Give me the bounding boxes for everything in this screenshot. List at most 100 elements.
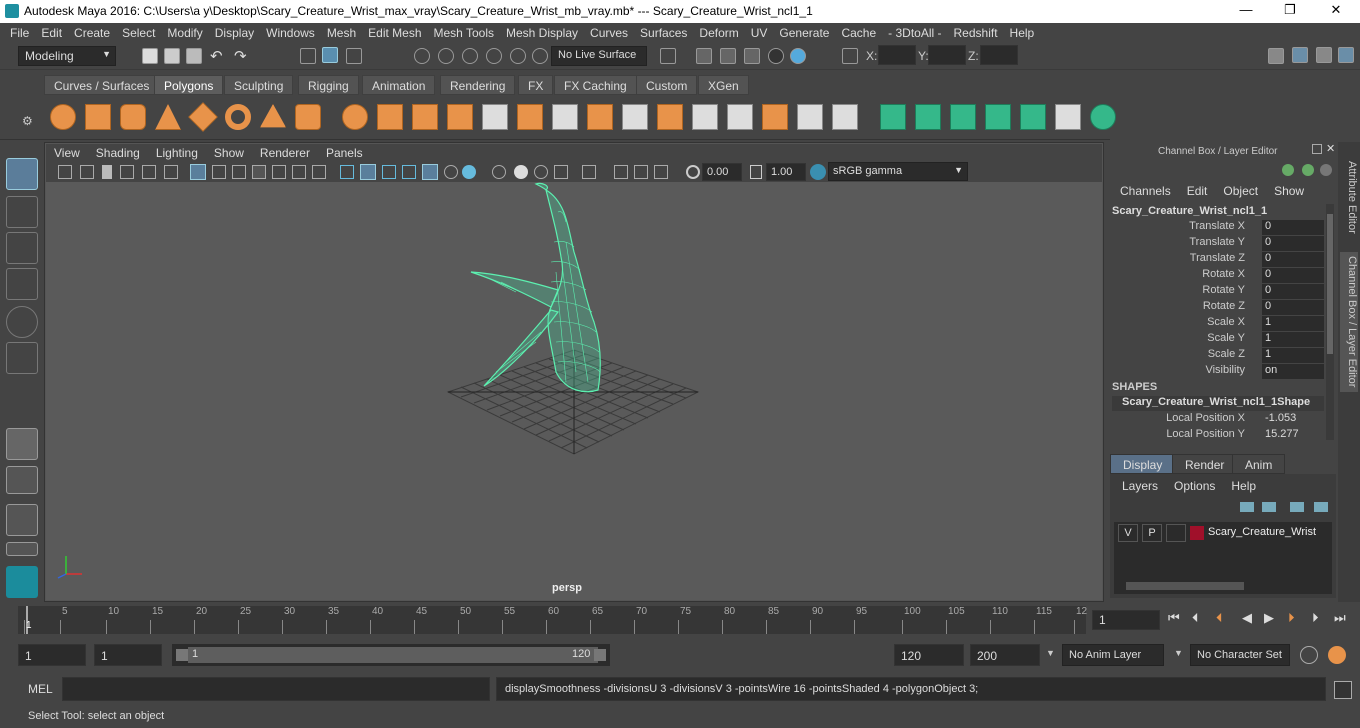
channel-row[interactable]: Scale Y 1	[1112, 332, 1324, 348]
gate-mask-icon[interactable]	[252, 165, 266, 179]
menu-cache[interactable]: Cache	[835, 26, 882, 40]
shelf-tab-fx[interactable]: FX	[518, 75, 554, 95]
bookmarks-icon[interactable]	[102, 165, 112, 179]
outliner-icon[interactable]	[6, 542, 38, 556]
isolate-select-icon[interactable]	[582, 165, 596, 179]
camera-select-icon[interactable]	[58, 165, 72, 179]
shelf-tab-custom[interactable]: Custom	[636, 75, 698, 95]
live-surface-field[interactable]: No Live Surface	[551, 46, 647, 66]
menu-help[interactable]: Help	[1004, 26, 1041, 40]
step-forward-key-icon[interactable]: ⏵	[1288, 610, 1295, 626]
layer-type-toggle[interactable]	[1166, 524, 1186, 542]
ipr-render-icon[interactable]	[720, 48, 736, 64]
poly-cube-icon[interactable]	[85, 104, 111, 130]
gamma-field[interactable]: 1.00	[766, 163, 806, 181]
menu-display[interactable]: Display	[209, 26, 260, 40]
channel-value[interactable]: 0	[1262, 268, 1324, 283]
play-backwards-icon[interactable]: ◀	[1242, 610, 1252, 626]
scale-tool-icon[interactable]	[6, 342, 38, 374]
move-layer-up-icon[interactable]	[1240, 502, 1254, 512]
motion-blur-icon[interactable]	[514, 165, 528, 179]
select-hierarchy-icon[interactable]	[300, 48, 316, 64]
snap-point-icon[interactable]	[462, 48, 478, 64]
open-scene-icon[interactable]	[164, 48, 180, 64]
channel-row[interactable]: Rotate Z 0	[1112, 300, 1324, 316]
character-set-dropdown[interactable]: No Character Set	[1190, 644, 1290, 666]
ambient-occlusion-icon[interactable]	[492, 165, 506, 179]
channel-row[interactable]: Scale Z 1	[1112, 348, 1324, 364]
menu-edit-mesh[interactable]: Edit Mesh	[362, 26, 427, 40]
hypershade-icon[interactable]	[768, 48, 784, 64]
uv-automatic-icon[interactable]	[985, 104, 1011, 130]
safe-title-icon[interactable]	[312, 165, 326, 179]
range-start-handle[interactable]	[176, 649, 188, 661]
panel-menu-lighting[interactable]: Lighting	[148, 146, 206, 160]
minimize-button[interactable]: —	[1226, 2, 1266, 20]
channel-value[interactable]: 0	[1262, 252, 1324, 267]
panel-menu-show[interactable]: Show	[206, 146, 252, 160]
redo-icon[interactable]: ↷	[234, 47, 247, 65]
channels-menu[interactable]: Channels	[1112, 184, 1179, 198]
channel-scrollbar-thumb[interactable]	[1327, 214, 1333, 354]
menu-uv[interactable]: UV	[745, 26, 774, 40]
multi-cut-icon[interactable]	[552, 104, 578, 130]
mel-label[interactable]: MEL	[28, 682, 53, 696]
image-plane-icon[interactable]	[120, 165, 134, 179]
snap-surface-icon[interactable]	[510, 48, 526, 64]
color-management-icon[interactable]	[810, 164, 826, 180]
z-field[interactable]	[980, 45, 1018, 65]
shape-channel-value[interactable]: -1.053	[1262, 412, 1324, 427]
paint-select-tool-icon[interactable]	[6, 232, 38, 264]
mirror-icon[interactable]	[482, 104, 508, 130]
layer-tab-anim[interactable]: Anim	[1232, 454, 1286, 474]
layer-visibility-toggle[interactable]: V	[1118, 524, 1138, 542]
menu-modify[interactable]: Modify	[161, 26, 208, 40]
single-perspective-layout-icon[interactable]	[6, 428, 38, 460]
layers-menu[interactable]: Layers	[1114, 479, 1166, 493]
script-editor-icon[interactable]	[1334, 681, 1352, 699]
textured-icon[interactable]	[402, 165, 416, 179]
construction-history-icon[interactable]	[660, 48, 676, 64]
channel-value[interactable]: 0	[1262, 284, 1324, 299]
target-weld-icon[interactable]	[797, 104, 823, 130]
append-icon[interactable]	[657, 104, 683, 130]
snap-grid-icon[interactable]	[414, 48, 430, 64]
snap-vertex-icon[interactable]	[532, 48, 548, 64]
lock-icon[interactable]	[1302, 164, 1314, 176]
toggle-tool-settings-icon[interactable]	[1316, 47, 1332, 63]
channel-row[interactable]: Visibility on	[1112, 364, 1324, 380]
panel-menu-panels[interactable]: Panels	[318, 146, 371, 160]
depth-of-field-icon[interactable]	[554, 165, 568, 179]
maximize-button[interactable]: ❐	[1270, 2, 1310, 20]
menu-mesh[interactable]: Mesh	[321, 26, 362, 40]
shape-name[interactable]: Scary_Creature_Wrist_ncl1_1Shape	[1112, 396, 1324, 411]
layer-tab-render[interactable]: Render	[1172, 454, 1238, 474]
shelf-tab-fx-caching[interactable]: FX Caching	[554, 75, 637, 95]
object-menu[interactable]: Object	[1215, 184, 1266, 198]
field-chart-icon[interactable]	[272, 165, 286, 179]
play-forwards-icon[interactable]: ▶	[1264, 610, 1274, 626]
lasso-tool-icon[interactable]	[6, 196, 38, 228]
y-field[interactable]	[928, 45, 966, 65]
layer-tab-display[interactable]: Display	[1110, 454, 1176, 474]
creature-wrist-mesh[interactable]	[470, 182, 601, 393]
menu-select[interactable]: Select	[116, 26, 161, 40]
range-slider-bar[interactable]: 1 120	[172, 644, 610, 666]
combine-icon[interactable]	[377, 104, 403, 130]
channel-value[interactable]: 1	[1262, 332, 1324, 347]
persp-outliner-layout-icon[interactable]	[6, 504, 38, 536]
shelf-options-gear-icon[interactable]: ⚙	[22, 114, 33, 128]
panel-menu-renderer[interactable]: Renderer	[252, 146, 318, 160]
x-field[interactable]	[878, 45, 916, 65]
smooth-shade-icon[interactable]	[360, 164, 376, 180]
channel-value[interactable]: 1	[1262, 316, 1324, 331]
current-frame-field[interactable]: 1	[1092, 610, 1160, 630]
channel-value[interactable]: 0	[1262, 236, 1324, 251]
poly-pipe-icon[interactable]	[295, 104, 321, 130]
two-d-pan-zoom-icon[interactable]	[142, 165, 156, 179]
collapse-icon[interactable]	[832, 104, 858, 130]
channel-value[interactable]: on	[1262, 364, 1324, 379]
menu-curves[interactable]: Curves	[584, 26, 634, 40]
shelf-tab-polygons[interactable]: Polygons	[154, 75, 224, 95]
help-menu[interactable]: Help	[1223, 479, 1264, 493]
